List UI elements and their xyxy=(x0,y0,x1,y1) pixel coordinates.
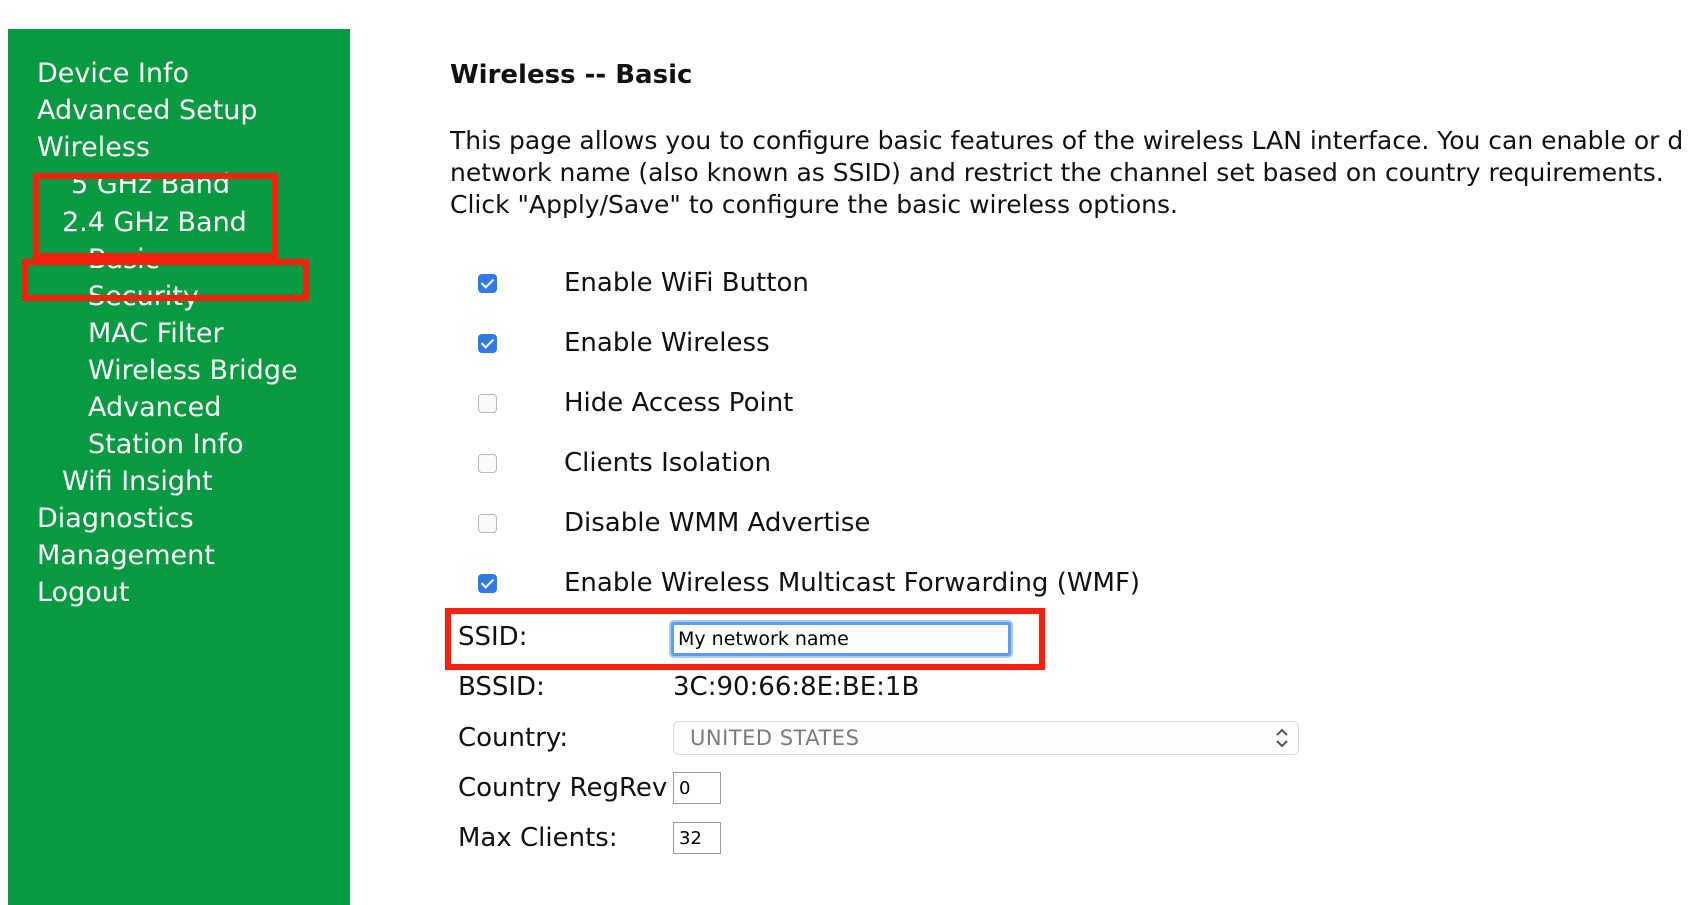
sidebar-item-basic[interactable]: Basic xyxy=(88,244,159,276)
sidebar-item-wireless[interactable]: Wireless xyxy=(37,132,150,164)
sidebar-item-logout[interactable]: Logout xyxy=(37,577,129,609)
page-title: Wireless -- Basic xyxy=(450,60,693,90)
sidebar-item-management[interactable]: Management xyxy=(37,540,215,572)
sidebar-item-advanced[interactable]: Advanced xyxy=(88,392,221,424)
checkbox-hide-access-point[interactable] xyxy=(478,394,497,413)
description-line: network name (also known as SSID) and re… xyxy=(450,158,1664,187)
option-label: Enable Wireless xyxy=(564,328,770,358)
sidebar-item-24ghz-band[interactable]: 2.4 GHz Band xyxy=(62,207,247,239)
sidebar-item-5ghz-band[interactable]: 5 GHz Band xyxy=(71,169,230,201)
sidebar-nav: Device Info Advanced Setup Wireless 5 GH… xyxy=(8,29,350,905)
option-label: Disable WMM Advertise xyxy=(564,508,871,538)
checkbox-enable-wifi-button[interactable] xyxy=(478,274,497,293)
sidebar-item-wifi-insight[interactable]: Wifi Insight xyxy=(62,466,213,498)
option-label: Clients Isolation xyxy=(564,448,772,478)
checkbox-enable-wmf[interactable] xyxy=(478,574,497,593)
option-label: Hide Access Point xyxy=(564,388,794,418)
main-content: Wireless -- Basic This page allows you t… xyxy=(450,0,1692,905)
sidebar-item-wireless-bridge[interactable]: Wireless Bridge xyxy=(88,355,298,387)
sidebar-item-advanced-setup[interactable]: Advanced Setup xyxy=(37,95,258,127)
option-label: Enable WiFi Button xyxy=(564,268,809,298)
ssid-input[interactable] xyxy=(671,622,1011,656)
sidebar-item-mac-filter[interactable]: MAC Filter xyxy=(88,318,224,350)
country-regrev-label: Country RegRev xyxy=(458,773,668,803)
option-label: Enable Wireless Multicast Forwarding (WM… xyxy=(564,568,1141,598)
ssid-label: SSID: xyxy=(458,622,528,652)
country-regrev-input[interactable] xyxy=(673,772,721,804)
description-line: This page allows you to configure basic … xyxy=(450,126,1684,155)
bssid-label: BSSID: xyxy=(458,672,545,702)
page-description: This page allows you to configure basic … xyxy=(450,125,1683,221)
description-line: Click "Apply/Save" to configure the basi… xyxy=(450,190,1178,219)
router-admin-page: Device Info Advanced Setup Wireless 5 GH… xyxy=(0,0,1692,905)
checkbox-disable-wmm-advertise[interactable] xyxy=(478,514,497,533)
country-label: Country: xyxy=(458,723,569,753)
country-select-value: UNITED STATES xyxy=(690,726,860,750)
sidebar-item-station-info[interactable]: Station Info xyxy=(88,429,244,461)
max-clients-label: Max Clients: xyxy=(458,823,618,853)
checkbox-enable-wireless[interactable] xyxy=(478,334,497,353)
max-clients-input[interactable] xyxy=(673,822,721,854)
sidebar-item-diagnostics[interactable]: Diagnostics xyxy=(37,503,194,535)
sidebar-item-device-info[interactable]: Device Info xyxy=(37,58,189,90)
bssid-value: 3C:90:66:8E:BE:1B xyxy=(673,672,920,702)
chevron-up-down-icon xyxy=(1276,728,1288,748)
checkbox-clients-isolation[interactable] xyxy=(478,454,497,473)
country-select[interactable]: UNITED STATES xyxy=(673,721,1299,755)
sidebar-item-security[interactable]: Security xyxy=(88,281,199,313)
